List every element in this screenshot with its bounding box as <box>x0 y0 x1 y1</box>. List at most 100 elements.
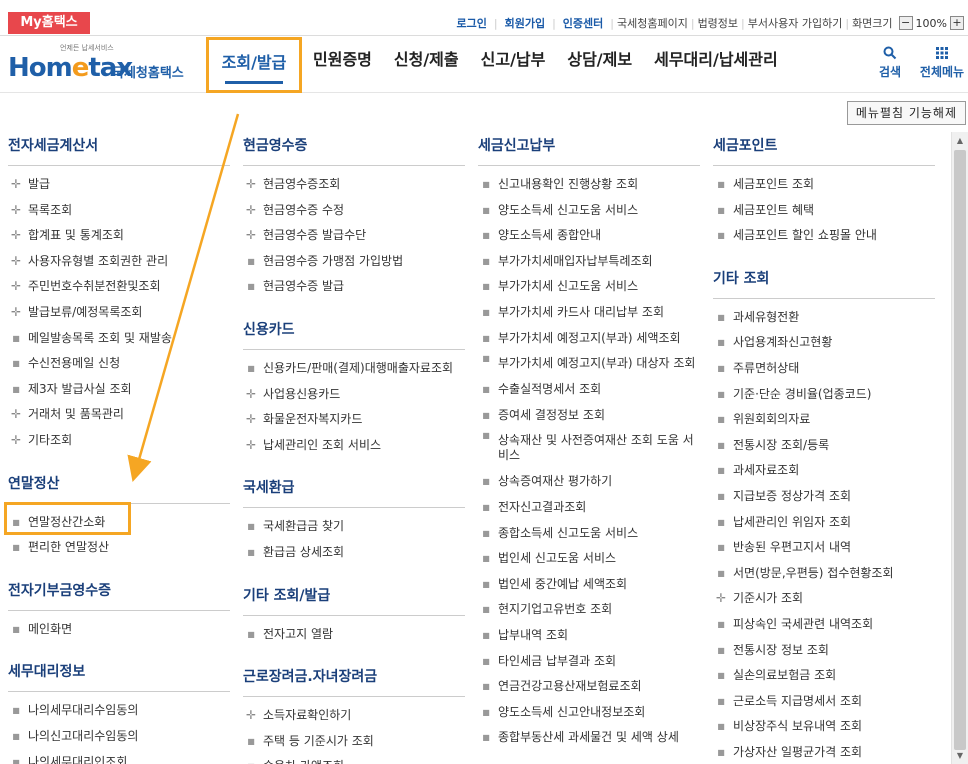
menu-item[interactable]: ■ 서면(방문,우편등) 접수현황조회 <box>713 561 935 587</box>
dept-user-signup-link[interactable]: 부서사용자 가입하기 <box>746 15 845 31</box>
menu-item[interactable]: ■ 비상장주식 보유내역 조회 <box>713 714 935 740</box>
nav-inquiry-issue[interactable]: 조회/발급 <box>206 37 302 93</box>
section-title[interactable]: 전자세금계산서 <box>8 136 230 166</box>
menu-item[interactable]: ✛ 발급보류/예정목록조회 <box>8 300 230 326</box>
nav-apply-submit[interactable]: 신청/제출 <box>383 37 470 93</box>
menu-item[interactable]: ■ 현금영수증 가맹점 가입방법 <box>243 249 465 275</box>
section-title[interactable]: 현금영수증 <box>243 136 465 166</box>
menu-item[interactable]: ■ 기준·단순 경비율(업종코드) <box>713 382 935 408</box>
menu-item[interactable]: ■ 양도소득세 신고도움 서비스 <box>478 198 700 224</box>
menu-item[interactable]: ■ 종합부동산세 과세물건 및 세액 상세 <box>478 725 700 751</box>
menu-item[interactable]: ■ 제3자 발급사실 조회 <box>8 377 230 403</box>
nav-civil-certificate[interactable]: 민원증명 <box>302 37 383 93</box>
section-title[interactable]: 전자기부금영수증 <box>8 581 230 611</box>
menu-item[interactable]: ■ 연금건강고용산재보험료조회 <box>478 674 700 700</box>
menu-item[interactable]: ■ 전자고지 열람 <box>243 622 465 648</box>
menu-item[interactable]: ■ 부가가치세 신고도움 서비스 <box>478 274 700 300</box>
menu-item[interactable]: ✛ 화물운전자복지카드 <box>243 407 465 433</box>
menu-item[interactable]: ■ 위원회회의자료 <box>713 407 935 433</box>
menu-item[interactable]: ■ 피상속인 국세관련 내역조회 <box>713 612 935 638</box>
nav-tax-agent[interactable]: 세무대리/납세관리 <box>643 37 789 93</box>
menu-item[interactable]: ■ 납세관리인 위임자 조회 <box>713 510 935 536</box>
menu-item[interactable]: ■ 법인세 중간예납 세액조회 <box>478 572 700 598</box>
menu-item[interactable]: ✛ 거래처 및 품목관리 <box>8 402 230 428</box>
menu-item[interactable]: ■ 주류면허상태 <box>713 356 935 382</box>
menu-item[interactable]: ■ 증여세 결정정보 조회 <box>478 403 700 429</box>
menu-item[interactable]: ✛ 기준시가 조회 <box>713 586 935 612</box>
section-title[interactable]: 세금신고납부 <box>478 136 700 166</box>
signup-link[interactable]: 회원가입 <box>499 15 551 31</box>
menu-item[interactable]: ■ 메일발송목록 조회 및 재발송 <box>8 326 230 352</box>
law-info-link[interactable]: 법령정보 <box>696 15 740 31</box>
nav-report-pay[interactable]: 신고/납부 <box>470 37 557 93</box>
menu-item[interactable]: ■ 부가가치세 카드사 대리납부 조회 <box>478 300 700 326</box>
section-title[interactable]: 세무대리정보 <box>8 662 230 693</box>
menu-item[interactable]: ■ 부가가치세매입자납부특례조회 <box>478 249 700 275</box>
menu-item[interactable]: ■ 양도소득세 종합안내 <box>478 223 700 249</box>
menu-item[interactable]: ■ 가상자산 일평균가격 조회 <box>713 740 935 764</box>
zoom-out-button[interactable]: − <box>898 16 913 30</box>
menu-item[interactable]: ✛ 소득자료확인하기 <box>243 703 465 729</box>
menu-item[interactable]: ■ 세금포인트 조회 <box>713 172 935 198</box>
menu-item[interactable]: ■ 승용차 가액조회 <box>243 754 465 764</box>
menu-item[interactable]: ■ 나의신고대리수임동의 <box>8 724 230 750</box>
section-title[interactable]: 세금포인트 <box>713 136 935 166</box>
menu-item[interactable]: ✛ 현금영수증 수정 <box>243 198 465 224</box>
menu-item[interactable]: ✛ 현금영수증조회 <box>243 172 465 198</box>
menu-item[interactable]: ■ 전통시장 정보 조회 <box>713 638 935 664</box>
menu-item[interactable]: ■ 사업용계좌신고현황 <box>713 330 935 356</box>
menu-item[interactable]: ■ 전통시장 조회/등록 <box>713 433 935 459</box>
menu-item[interactable]: ■ 지급보증 정상가격 조회 <box>713 484 935 510</box>
menu-item[interactable]: ■ 현금영수증 발급 <box>243 274 465 300</box>
menu-item[interactable]: ■ 주택 등 기준시가 조회 <box>243 729 465 755</box>
menu-item[interactable]: ■ 국세환급금 찾기 <box>243 514 465 540</box>
nav-consult-report[interactable]: 상담/제보 <box>556 37 643 93</box>
zoom-in-button[interactable]: + <box>950 16 964 30</box>
menu-item[interactable]: ■ 타인세금 납부결과 조회 <box>478 649 700 675</box>
all-menu-button[interactable]: 전체메뉴 <box>916 45 968 80</box>
menu-item[interactable]: ■ 양도소득세 신고안내정보조회 <box>478 700 700 726</box>
vertical-scrollbar[interactable]: ▲ ▼ <box>951 132 968 764</box>
menu-item[interactable]: ■ 신고내용확인 진행상황 조회 <box>478 172 700 198</box>
section-title[interactable]: 기타 조회 <box>713 269 935 299</box>
nts-homepage-link[interactable]: 국세청홈페이지 <box>615 15 690 31</box>
menu-item[interactable]: ■ 전자신고결과조회 <box>478 495 700 521</box>
menu-item[interactable]: ✛ 주민번호수취분전환및조회 <box>8 274 230 300</box>
menu-item[interactable]: ■ 신용카드/판매(결제)대행매출자료조회 <box>243 356 465 382</box>
menu-item[interactable]: ✛ 사업용신용카드 <box>243 382 465 408</box>
search-button[interactable]: 검색 <box>872 45 908 80</box>
menu-item[interactable]: ■ 과세유형전환 <box>713 305 935 331</box>
menu-item[interactable]: ✛ 납세관리인 조회 서비스 <box>243 433 465 459</box>
menu-item[interactable]: ✛ 발급 <box>8 172 230 198</box>
my-hometax-button[interactable]: My홈택스 <box>8 12 90 34</box>
menu-item[interactable]: ■ 납부내역 조회 <box>478 623 700 649</box>
menu-item[interactable]: ■ 반송된 우편고지서 내역 <box>713 535 935 561</box>
menu-item[interactable]: ✛ 사용자유형별 조회권한 관리 <box>8 249 230 275</box>
section-title[interactable]: 연말정산 <box>8 474 230 504</box>
menu-item[interactable]: ■ 환급금 상세조회 <box>243 540 465 566</box>
menu-item[interactable]: ■ 세금포인트 할인 쇼핑몰 안내 <box>713 223 935 249</box>
menu-item[interactable]: ■ 편리한 연말정산 <box>8 535 230 561</box>
menu-item[interactable]: ✛ 목록조회 <box>8 198 230 224</box>
menu-item[interactable]: ✛ 합계표 및 통계조회 <box>8 223 230 249</box>
menu-item[interactable]: ■ 메인화면 <box>8 617 230 643</box>
menu-item[interactable]: ■ 종합소득세 신고도움 서비스 <box>478 521 700 547</box>
section-title[interactable]: 근로장려금.자녀장려금 <box>243 667 465 698</box>
menu-item[interactable]: ■ 법인세 신고도움 서비스 <box>478 546 700 572</box>
login-link[interactable]: 로그인 <box>451 15 493 31</box>
menu-item[interactable]: ■ 부가가치세 예정고지(부과) 대상자 조회 <box>478 351 700 377</box>
scroll-up-arrow-icon[interactable]: ▲ <box>952 132 968 149</box>
menu-expand-disable-button[interactable]: 메뉴펼침 기능해제 <box>846 101 966 125</box>
menu-item[interactable]: ■ 세금포인트 혜택 <box>713 198 935 224</box>
scroll-down-arrow-icon[interactable]: ▼ <box>952 747 968 764</box>
menu-item[interactable]: ✛ 기타조회 <box>8 428 230 454</box>
menu-item[interactable]: ■ 나의세무대리인조회 <box>8 750 230 764</box>
menu-item[interactable]: ✛ 현금영수증 발급수단 <box>243 223 465 249</box>
menu-item[interactable]: ■ 근로소득 지급명세서 조회 <box>713 689 935 715</box>
scroll-thumb[interactable] <box>954 150 966 750</box>
menu-item[interactable]: ■ 나의세무대리수임동의 <box>8 698 230 724</box>
menu-item[interactable]: ■ 수출실적명세서 조회 <box>478 377 700 403</box>
menu-item[interactable]: ■ 상속재산 및 사전증여재산 조회 도움 서비스 <box>478 428 700 469</box>
section-title[interactable]: 신용카드 <box>243 320 465 350</box>
menu-item[interactable]: ■ 부가가치세 예정고지(부과) 세액조회 <box>478 326 700 352</box>
